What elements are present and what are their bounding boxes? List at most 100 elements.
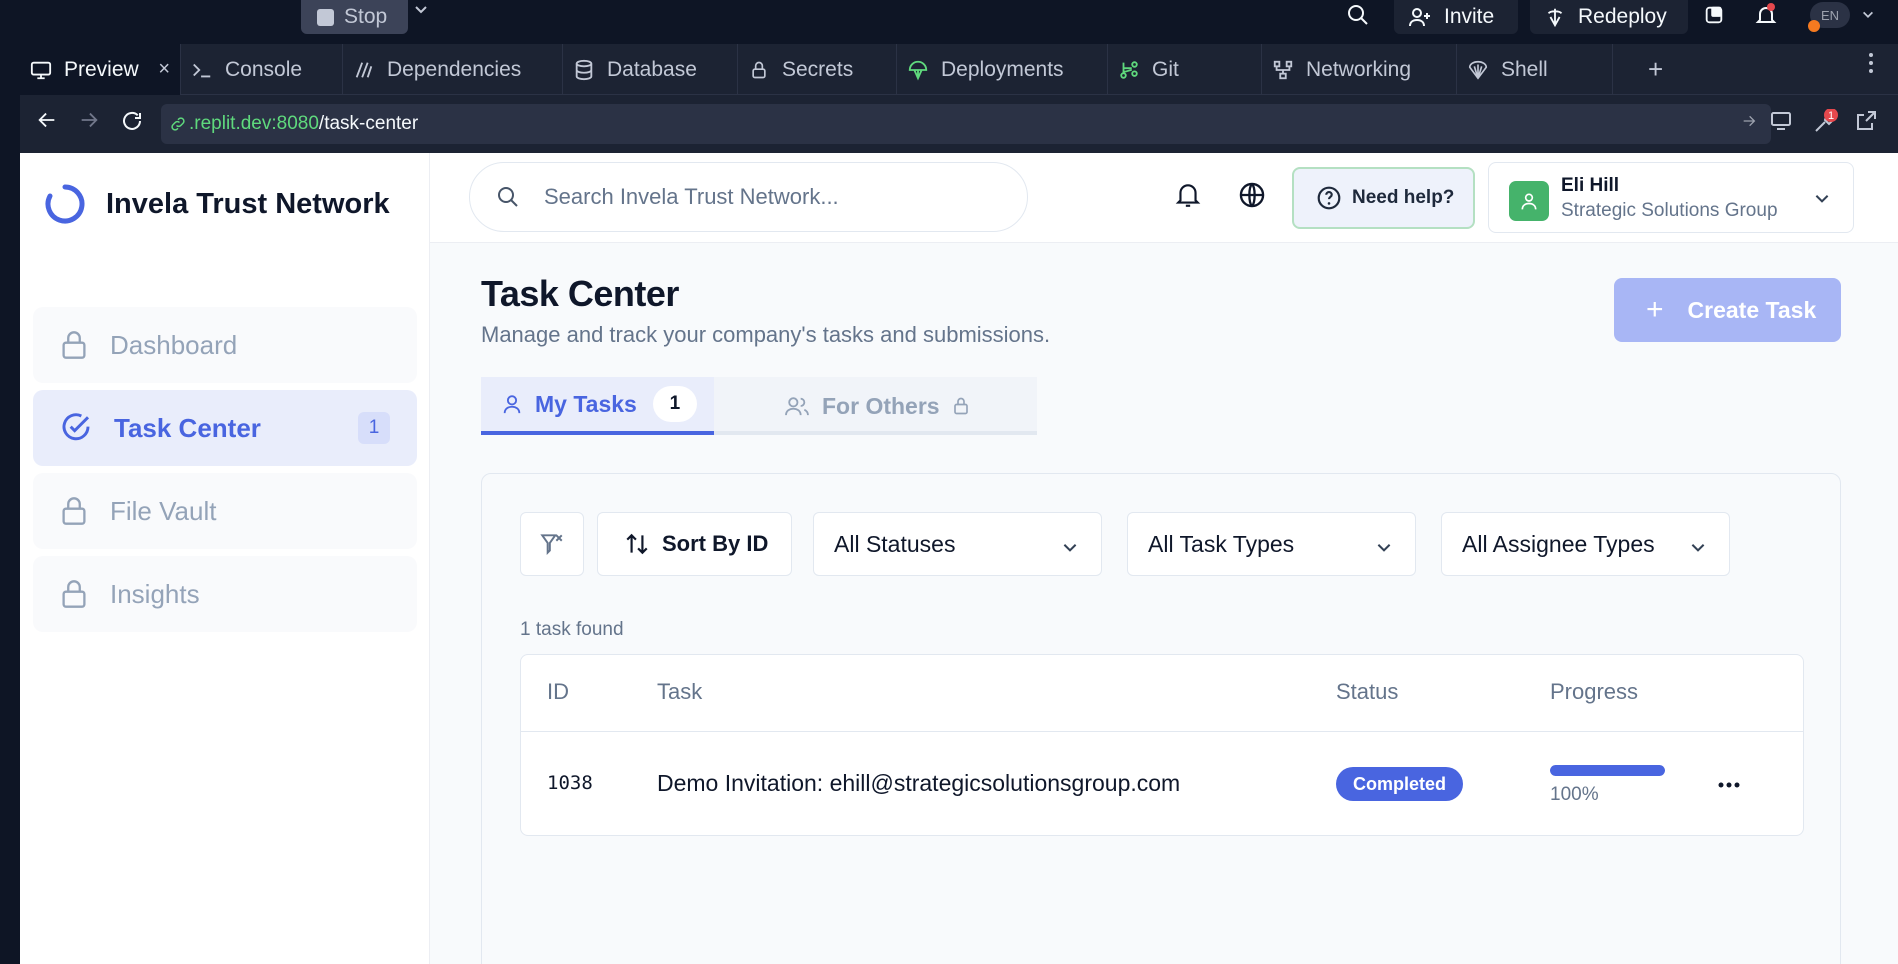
user-menu[interactable]: Eli Hill Strategic Solutions Group: [1488, 162, 1854, 233]
chevron-down-icon: [1375, 535, 1393, 562]
tab-console[interactable]: Console: [181, 44, 343, 95]
status-filter-select[interactable]: All Statuses: [813, 512, 1102, 576]
sidebar-item-insights[interactable]: Insights: [33, 556, 417, 632]
lock-icon: [953, 397, 968, 415]
dependencies-icon: [353, 59, 375, 81]
sidebar-item-dashboard[interactable]: Dashboard: [33, 307, 417, 383]
lock-icon: [62, 497, 86, 525]
reload-icon[interactable]: [120, 109, 144, 140]
url-input[interactable]: .replit.dev:8080/task-center: [161, 104, 1771, 144]
copy-icon[interactable]: [1696, 0, 1732, 30]
filter-x-icon: [540, 534, 563, 556]
tab-preview[interactable]: Preview ×: [20, 44, 181, 95]
tab-dependencies[interactable]: Dependencies: [343, 44, 563, 95]
users-icon: [785, 397, 809, 416]
progress-percent: 100%: [1550, 784, 1599, 805]
column-header-id[interactable]: ID: [547, 679, 569, 705]
devtools-badge: 1: [1828, 110, 1834, 122]
devices-icon[interactable]: [1770, 109, 1794, 138]
task-id: 1038: [547, 772, 593, 794]
app-header: Need help? Eli Hill Strategic Solutions …: [430, 153, 1898, 243]
sort-arrows-icon: [626, 533, 648, 555]
terminal-icon: [191, 59, 213, 81]
devtools-wrench-icon[interactable]: 1: [1812, 108, 1838, 140]
tab-my-tasks[interactable]: My Tasks 1: [481, 377, 714, 435]
sidebar-item-file-vault[interactable]: File Vault: [33, 473, 417, 549]
networking-icon: [1272, 59, 1294, 81]
tab-count-badge: 1: [652, 386, 697, 422]
database-icon: [573, 59, 595, 81]
tab-networking[interactable]: Networking: [1262, 44, 1457, 95]
account-chevron-icon[interactable]: [1856, 0, 1880, 30]
add-tab-icon[interactable]: +: [1648, 54, 1663, 85]
chevron-down-icon: [1813, 189, 1831, 212]
tab-database[interactable]: Database: [563, 44, 738, 95]
back-arrow-icon[interactable]: [36, 109, 58, 138]
more-vertical-icon[interactable]: [1868, 52, 1874, 81]
user-name: Eli Hill: [1561, 175, 1620, 196]
go-arrow-icon[interactable]: [1741, 113, 1757, 134]
tab-git[interactable]: Git: [1108, 44, 1262, 95]
replit-top-bar: Stop Invite Redeploy EN: [0, 0, 1898, 44]
user-icon: [1521, 193, 1537, 210]
avatar: [1509, 181, 1549, 221]
sidebar-item-task-center[interactable]: Task Center 1: [33, 390, 417, 466]
assignee-type-filter-select[interactable]: All Assignee Types: [1441, 512, 1730, 576]
page-subtitle: Manage and track your company's tasks an…: [481, 322, 1051, 347]
plus-icon: +: [1646, 293, 1664, 326]
deploy-icon: [1547, 8, 1563, 28]
column-header-task[interactable]: Task: [657, 679, 702, 705]
open-new-window-icon[interactable]: [1854, 109, 1878, 138]
notifications-bell-icon[interactable]: [1748, 0, 1784, 30]
redeploy-button[interactable]: Redeploy: [1530, 0, 1688, 34]
invela-logo-icon: [45, 184, 85, 224]
shell-icon: [1467, 59, 1489, 81]
tasks-table: ID Task Status Progress 1038 Demo Invita…: [520, 654, 1804, 836]
git-icon: [1118, 59, 1140, 81]
search-input[interactable]: [544, 184, 1004, 210]
more-horizontal-icon[interactable]: [1717, 764, 1741, 796]
tab-for-others[interactable]: For Others: [784, 377, 970, 435]
create-task-button[interactable]: + Create Task: [1614, 278, 1841, 342]
tab-deployments[interactable]: Deployments: [897, 44, 1108, 95]
notifications-bell-icon[interactable]: [1175, 181, 1201, 214]
results-count: 1 task found: [520, 619, 624, 640]
run-options-chevron-icon[interactable]: [413, 2, 429, 23]
sort-by-id-button[interactable]: Sort By ID: [597, 512, 792, 576]
link-icon: [169, 115, 187, 139]
user-organization: Strategic Solutions Group: [1561, 200, 1778, 221]
progress-fill: [1550, 765, 1665, 776]
status-dot: [1808, 20, 1820, 32]
status-badge: Completed: [1336, 767, 1464, 801]
deployments-icon: [907, 59, 929, 81]
task-tabs: My Tasks 1 For Others: [481, 377, 1037, 435]
stop-icon: [317, 8, 334, 26]
table-row[interactable]: 1038 Demo Invitation: ehill@strategicsol…: [521, 732, 1803, 835]
forward-arrow-icon[interactable]: [78, 109, 100, 138]
chevron-down-icon: [1061, 535, 1079, 562]
globe-icon[interactable]: [1238, 181, 1266, 214]
monitor-icon: [30, 59, 52, 81]
search-icon[interactable]: [1340, 0, 1376, 30]
chevron-down-icon: [1689, 535, 1707, 562]
clear-filters-button[interactable]: [520, 512, 584, 576]
brand-logo[interactable]: Invela Trust Network: [44, 183, 390, 225]
tab-secrets[interactable]: Secrets: [738, 44, 897, 95]
invite-button[interactable]: Invite: [1394, 0, 1518, 34]
replit-tab-strip: Preview × Console Dependencies Database …: [20, 44, 1898, 95]
task-title[interactable]: Demo Invitation: ehill@strategicsolution…: [657, 770, 1180, 797]
stop-button[interactable]: Stop: [301, 0, 408, 34]
task-count-badge: 1: [358, 412, 390, 444]
workspace-left-edge: [0, 44, 20, 964]
help-circle-icon: [1317, 186, 1341, 210]
task-type-filter-select[interactable]: All Task Types: [1127, 512, 1416, 576]
user-avatar[interactable]: EN: [1808, 0, 1852, 32]
tasks-card: Sort By ID All Statuses All Task Types A…: [481, 473, 1841, 964]
page-title: Task Center: [481, 273, 679, 314]
close-tab-icon[interactable]: ×: [158, 58, 170, 81]
search-bar[interactable]: [469, 162, 1028, 232]
tab-shell[interactable]: Shell: [1457, 44, 1613, 95]
column-header-progress[interactable]: Progress: [1550, 679, 1638, 705]
column-header-status[interactable]: Status: [1336, 679, 1398, 705]
need-help-button[interactable]: Need help?: [1292, 167, 1475, 229]
